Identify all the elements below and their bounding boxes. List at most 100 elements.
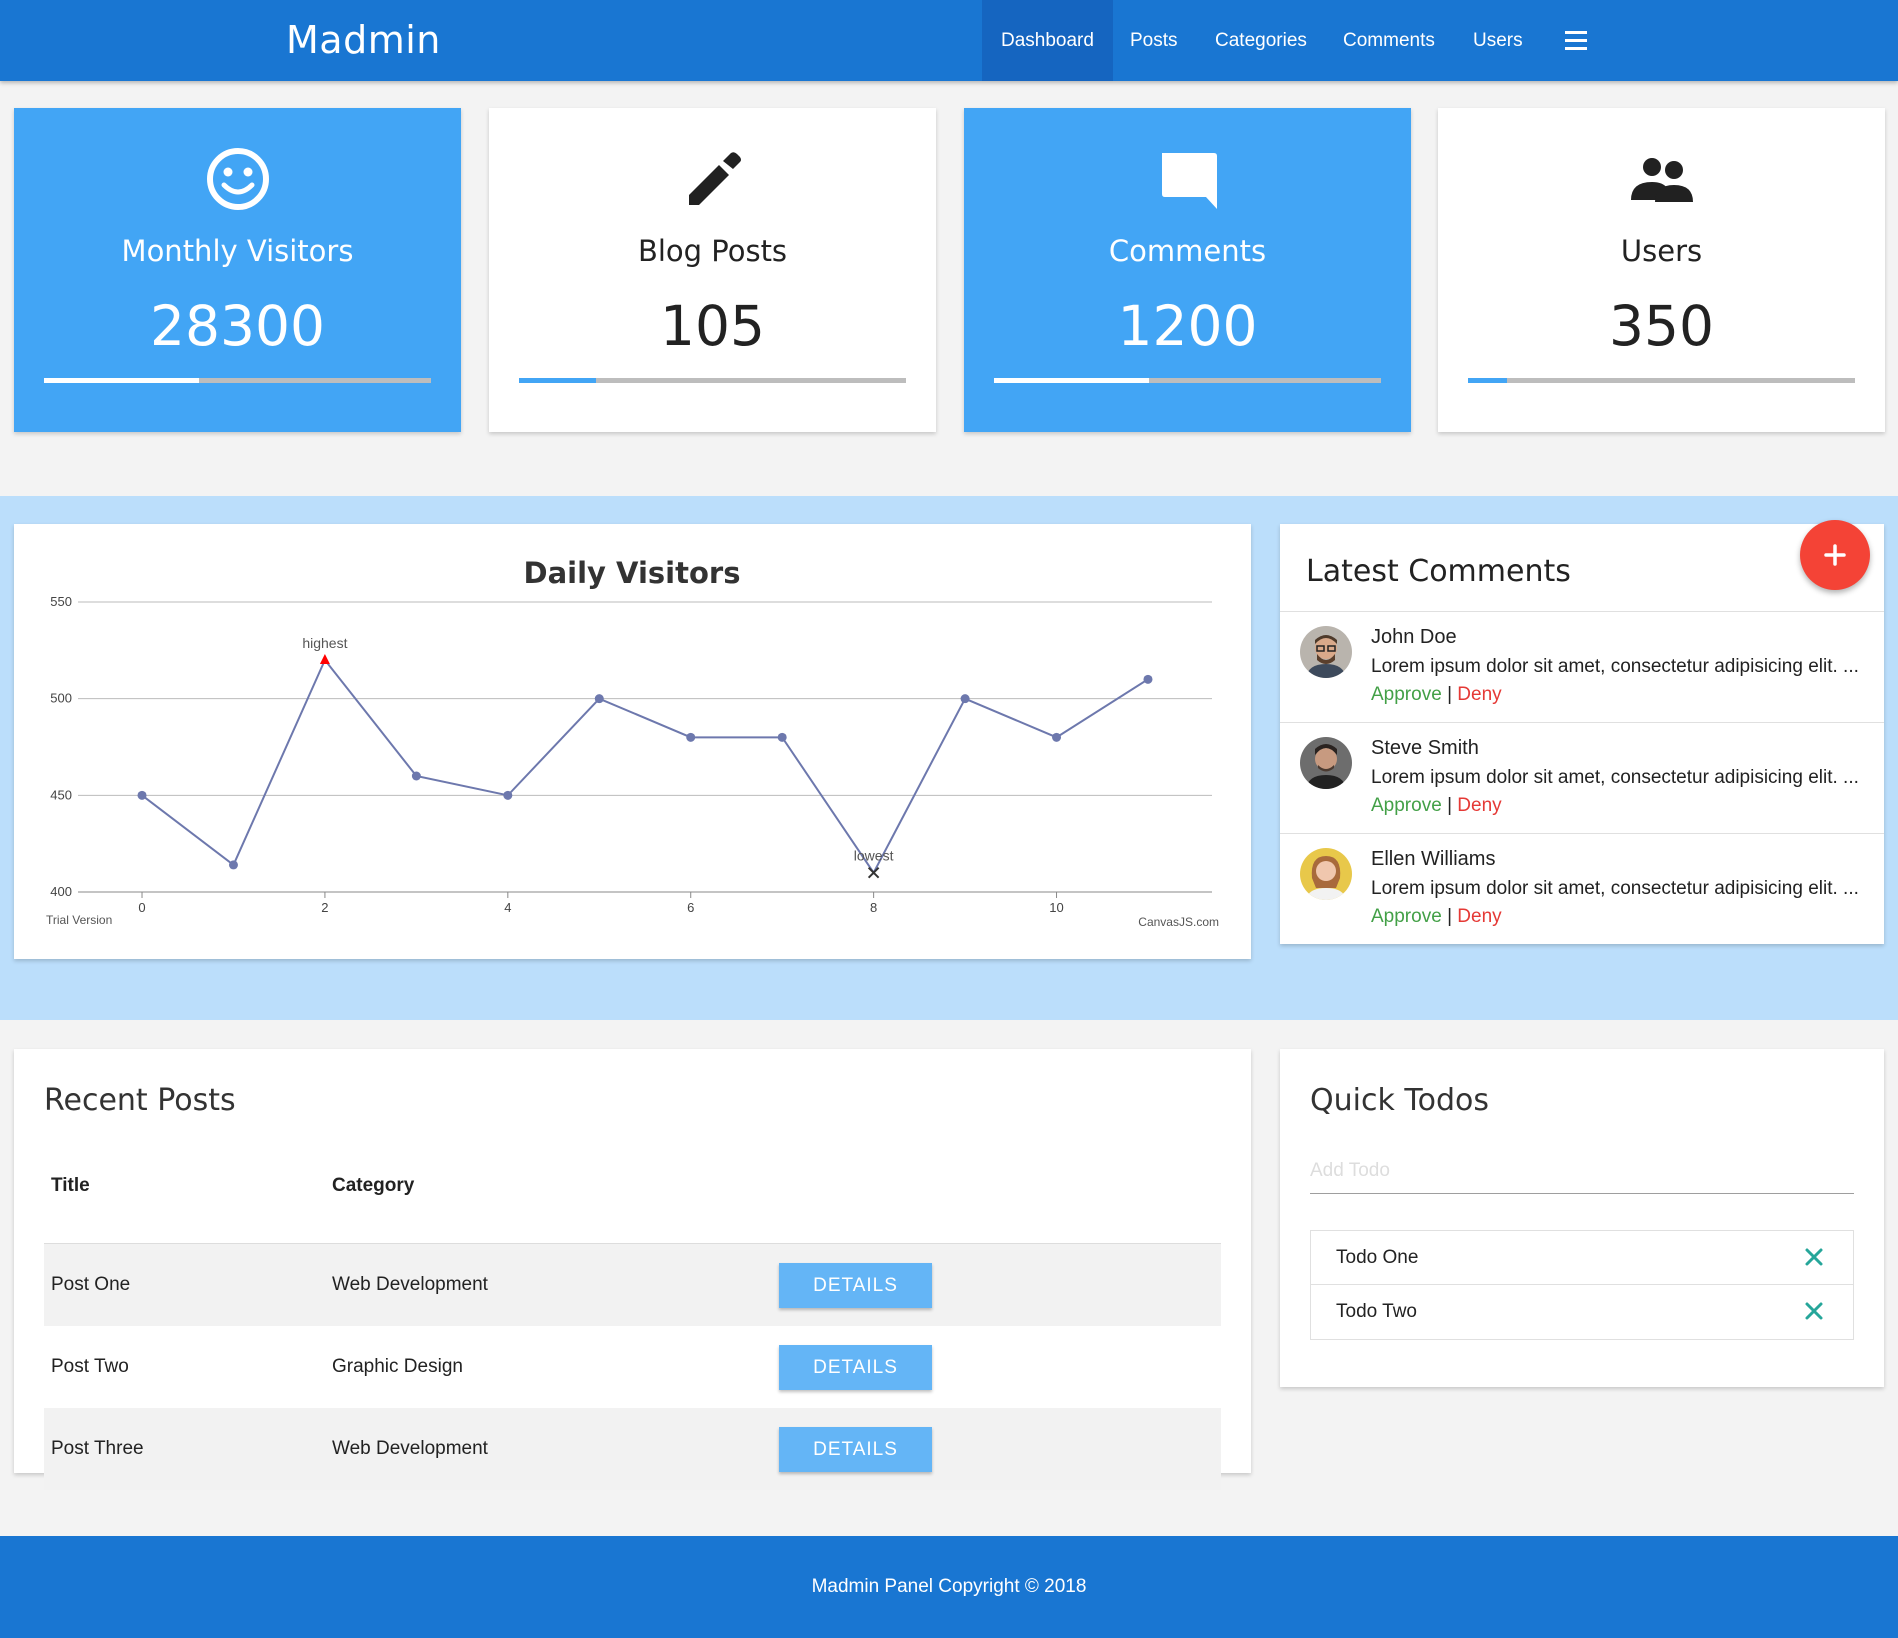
stat-value: 105 [660,294,765,358]
footer-copyright: Madmin Panel Copyright © 2018 [811,1576,1087,1597]
y-tick-label: 400 [50,884,72,899]
stat-label: Users [1620,234,1703,268]
data-point[interactable] [686,732,696,742]
top-navbar: Madmin Dashboard Posts Categories Commen… [0,0,1898,81]
x-tick-label: 6 [687,900,694,915]
data-point[interactable] [867,866,880,879]
deny-link[interactable]: Deny [1457,795,1501,816]
daily-visitors-chart-card: Daily Visitors 400 450 500 550 0 2 4 6 8 10 highe… [14,524,1251,959]
post-category: Graphic Design [332,1356,463,1377]
add-todo-input[interactable] [1310,1149,1854,1194]
hamburger-menu-icon[interactable] [1554,0,1598,81]
posts-title: Recent Posts [44,1083,236,1118]
stat-card-monthly-visitors: Monthly Visitors 28300 [14,108,461,432]
data-point[interactable] [1052,732,1062,742]
chart-title: Daily Visitors [524,556,741,590]
add-comment-button[interactable] [1800,520,1870,590]
deny-link[interactable]: Deny [1457,684,1501,705]
pencil-icon [489,144,936,214]
chart-watermark-right: CanvasJS.com [1138,915,1219,929]
details-button[interactable]: DETAILS [779,1427,932,1472]
approve-link[interactable]: Approve [1371,795,1442,816]
comment-author: Steve Smith [1371,737,1479,759]
data-point[interactable] [319,654,330,664]
comment-text: Lorem ipsum dolor sit amet, consectetur … [1371,767,1859,788]
table-row: Post One Web Development DETAILS [44,1244,1221,1326]
stat-card-users: Users 350 [1438,108,1885,432]
data-point[interactable] [228,860,238,870]
separator: | [1447,684,1452,705]
separator: | [1447,906,1452,927]
todos-title: Quick Todos [1310,1083,1489,1118]
data-point[interactable] [503,790,513,800]
x-tick-label: 4 [504,900,511,915]
post-title: Post One [51,1274,131,1295]
avatar [1300,737,1352,789]
progress-bar [1468,378,1855,383]
data-point[interactable] [777,732,787,742]
todo-text: Todo Two [1336,1301,1417,1322]
series-line [141,658,1149,875]
annotation-label: highest [302,635,347,651]
stat-card-comments: Comments 1200 [964,108,1411,432]
data-point[interactable] [960,694,970,704]
todo-text: Todo One [1336,1247,1419,1268]
avatar [1300,626,1352,678]
post-title: Post Three [51,1438,144,1459]
table-row: Post Three Web Development DETAILS [44,1408,1221,1490]
close-icon[interactable] [1801,1298,1827,1324]
y-tick-label: 550 [50,594,72,609]
close-icon[interactable] [1801,1244,1827,1270]
separator: | [1447,795,1452,816]
column-header-title: Title [51,1175,90,1196]
todo-item: Todo Two [1311,1285,1853,1339]
stat-label: Comments [1108,234,1267,268]
latest-comments-card: Latest Comments John Doe Lorem ipsum dol… [1280,524,1884,944]
approve-link[interactable]: Approve [1371,684,1442,705]
data-point[interactable] [411,771,421,781]
stat-value: 28300 [150,294,325,358]
comment-item: Steve Smith Lorem ipsum dolor sit amet, … [1280,723,1884,834]
brand-logo[interactable]: Madmin [286,18,441,62]
nav-users[interactable]: Users [1454,0,1542,81]
stat-card-blog-posts: Blog Posts 105 [489,108,936,432]
comments-title: Latest Comments [1306,554,1571,589]
data-point[interactable] [1143,674,1153,684]
y-tick-label: 500 [50,691,72,706]
comment-author: John Doe [1371,626,1457,648]
post-category: Web Development [332,1274,488,1295]
x-tick-label: 10 [1049,900,1063,915]
nav-posts[interactable]: Posts [1111,0,1197,81]
recent-posts-card: Recent Posts Title Category Post One Web… [14,1049,1251,1490]
approve-link[interactable]: Approve [1371,906,1442,927]
comment-item: John Doe Lorem ipsum dolor sit amet, con… [1280,612,1884,723]
details-button[interactable]: DETAILS [779,1263,932,1308]
comment-icon [964,144,1411,214]
progress-bar [994,378,1381,383]
x-tick-label: 0 [138,900,145,915]
nav-categories[interactable]: Categories [1196,0,1326,81]
x-tick-label: 2 [321,900,328,915]
chart-watermark-left: Trial Version [46,913,112,927]
details-button[interactable]: DETAILS [779,1345,932,1390]
comment-actions: Approve | Deny [1371,684,1502,706]
comment-author: Ellen Williams [1371,848,1496,870]
todo-item: Todo One [1311,1231,1853,1285]
x-tick-label: 8 [870,900,877,915]
annotation-label: lowest [854,848,894,864]
nav-dashboard[interactable]: Dashboard [982,0,1113,81]
quick-todos-card: Quick Todos Todo One Todo Two [1280,1049,1884,1387]
comment-text: Lorem ipsum dolor sit amet, consectetur … [1371,656,1859,677]
post-category: Web Development [332,1438,488,1459]
deny-link[interactable]: Deny [1457,906,1501,927]
daily-visitors-chart: Daily Visitors 400 450 500 550 0 2 4 6 8 10 highe… [46,556,1219,929]
column-header-category: Category [332,1175,415,1196]
comment-actions: Approve | Deny [1371,795,1502,817]
stat-value: 1200 [1117,294,1258,358]
data-point[interactable] [594,694,604,704]
stat-label: Blog Posts [637,234,788,268]
plus-icon [1824,544,1846,566]
data-point[interactable] [137,790,147,800]
nav-comments[interactable]: Comments [1324,0,1454,81]
comment-actions: Approve | Deny [1371,906,1502,928]
